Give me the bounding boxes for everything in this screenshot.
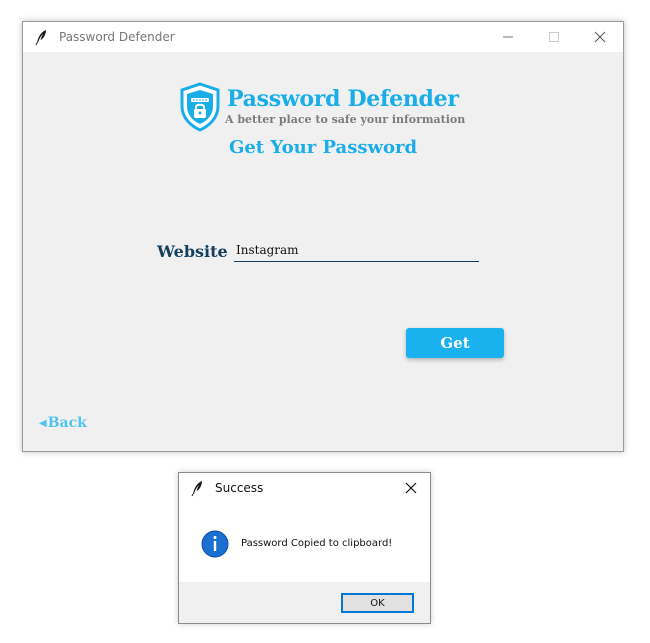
minimize-icon[interactable] bbox=[485, 22, 531, 52]
get-button[interactable]: Get bbox=[406, 328, 504, 358]
back-label: Back bbox=[47, 415, 87, 431]
maximize-icon[interactable] bbox=[531, 22, 577, 52]
title-bar[interactable]: Password Defender bbox=[23, 22, 623, 52]
dialog-title: Success bbox=[215, 481, 264, 495]
dialog-footer: OK bbox=[179, 582, 430, 623]
website-input[interactable] bbox=[234, 239, 479, 262]
dialog-body: Password Copied to clipboard! bbox=[179, 503, 430, 582]
shield-lock-icon bbox=[180, 82, 220, 132]
website-label: Website : bbox=[157, 242, 240, 261]
back-arrow-icon: ◀ bbox=[39, 417, 47, 429]
close-icon[interactable] bbox=[398, 473, 424, 503]
brand-subtitle: A better place to safe your information bbox=[225, 113, 466, 126]
feather-icon bbox=[35, 30, 46, 46]
close-icon[interactable] bbox=[577, 22, 623, 52]
ok-button[interactable]: OK bbox=[341, 593, 414, 613]
page-title: Get Your Password bbox=[228, 137, 418, 158]
back-link[interactable]: ◀ Back bbox=[39, 415, 87, 431]
dialog-title-bar[interactable]: Success bbox=[179, 473, 430, 503]
feather-icon bbox=[191, 481, 202, 497]
window-title: Password Defender bbox=[59, 30, 175, 44]
dialog-message: Password Copied to clipboard! bbox=[241, 538, 393, 549]
info-icon bbox=[201, 530, 229, 558]
success-dialog: Success Password Copied to clipboard! OK bbox=[178, 472, 431, 624]
brand-title: Password Defender bbox=[227, 86, 459, 112]
main-window: Password Defender Password Defender A be… bbox=[22, 21, 624, 452]
